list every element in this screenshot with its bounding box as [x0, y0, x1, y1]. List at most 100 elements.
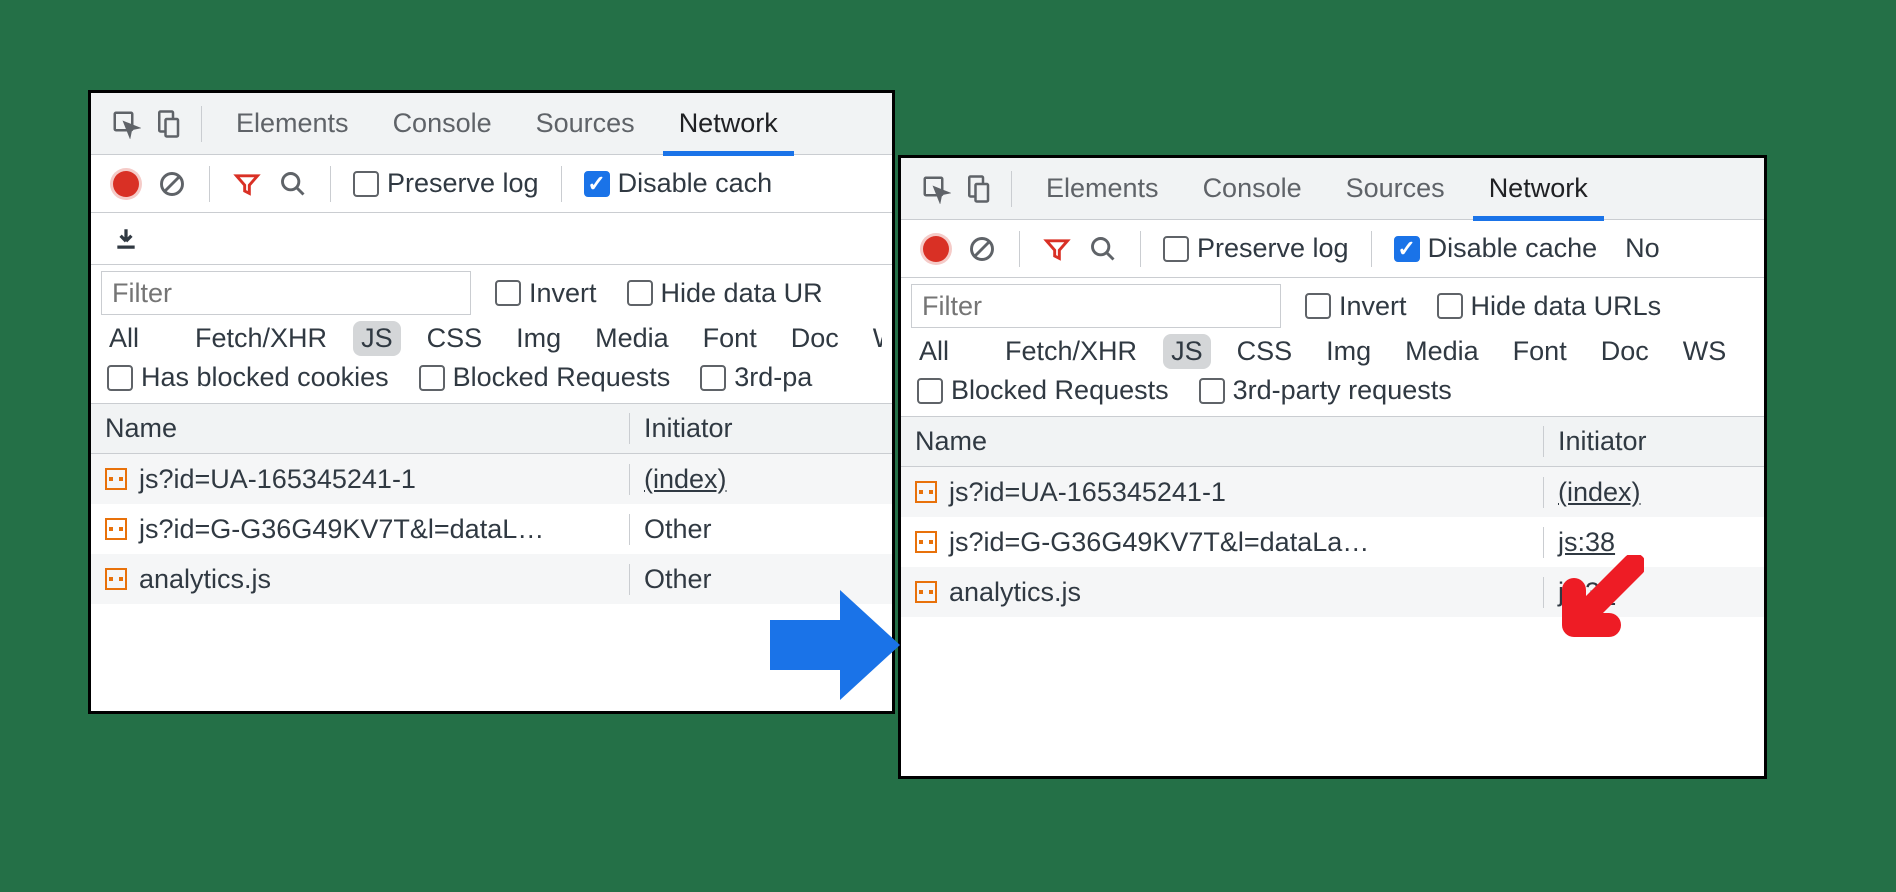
invert-label: Invert [529, 278, 597, 309]
col-name[interactable]: Name [901, 426, 1544, 457]
initiator-link[interactable]: (index) [1558, 477, 1641, 507]
table-row[interactable]: js?id=G-G36G49KV7T&l=dataL… Other [91, 504, 892, 554]
col-initiator[interactable]: Initiator [1544, 426, 1764, 457]
third-party-toggle[interactable]: 3rd-party requests [1193, 375, 1458, 406]
preserve-log-toggle[interactable]: Preserve log [347, 168, 545, 199]
type-font[interactable]: Font [695, 321, 765, 356]
table-row[interactable]: js?id=UA-165345241-1 (index) [901, 467, 1764, 517]
requests-table: Name Initiator js?id=UA-165345241-1 (ind… [91, 404, 892, 604]
blocked-requests-toggle[interactable]: Blocked Requests [413, 362, 677, 393]
divider [330, 166, 331, 202]
filter-bar: Invert Hide data URLs All Fetch/XHR JS C… [901, 278, 1764, 417]
main-tabbar: Elements Console Sources Network [901, 158, 1764, 220]
type-all[interactable]: All [911, 334, 957, 369]
initiator-text: Other [644, 564, 712, 594]
hide-data-urls-label: Hide data URLs [1471, 291, 1662, 322]
type-all[interactable]: All [101, 321, 147, 356]
initiator-link[interactable]: js:38 [1558, 527, 1615, 557]
record-button[interactable] [915, 236, 957, 262]
preserve-log-toggle[interactable]: Preserve log [1157, 233, 1355, 264]
type-wasm[interactable]: Wasm [1752, 334, 1754, 369]
tab-sources[interactable]: Sources [1324, 158, 1467, 220]
type-doc[interactable]: Doc [783, 321, 847, 356]
download-icon[interactable] [105, 226, 147, 252]
device-toggle-icon[interactable] [957, 174, 999, 204]
invert-label: Invert [1339, 291, 1407, 322]
divider [201, 106, 202, 142]
search-icon[interactable] [1082, 235, 1124, 263]
inspect-icon[interactable] [105, 109, 147, 139]
network-toolbar: Preserve log ✓Disable cach [91, 155, 892, 213]
tab-console[interactable]: Console [1181, 158, 1324, 220]
tab-network[interactable]: Network [657, 93, 800, 155]
type-doc[interactable]: Doc [1593, 334, 1657, 369]
divider [209, 166, 210, 202]
network-toolbar: Preserve log ✓Disable cache No [901, 220, 1764, 278]
tab-network[interactable]: Network [1467, 158, 1610, 220]
type-ws[interactable]: WS [865, 321, 882, 356]
has-blocked-cookies-toggle[interactable]: Has blocked cookies [101, 362, 395, 393]
divider [1019, 231, 1020, 267]
preserve-log-label: Preserve log [387, 168, 539, 199]
type-js[interactable]: JS [353, 321, 401, 356]
type-ws[interactable]: WS [1675, 334, 1735, 369]
disable-cache-toggle[interactable]: ✓Disable cache [1388, 233, 1604, 264]
col-initiator[interactable]: Initiator [630, 413, 892, 444]
filter-input[interactable] [101, 271, 471, 315]
initiator-text: Other [644, 514, 712, 544]
filter-funnel-icon[interactable] [226, 170, 268, 198]
filter-bar: Invert Hide data UR All Fetch/XHR JS CSS… [91, 265, 892, 404]
invert-toggle[interactable]: Invert [489, 278, 603, 309]
inspect-icon[interactable] [915, 174, 957, 204]
clear-icon[interactable] [151, 170, 193, 198]
type-font[interactable]: Font [1505, 334, 1575, 369]
tab-console[interactable]: Console [371, 93, 514, 155]
type-css[interactable]: CSS [1229, 334, 1301, 369]
disable-cache-label: Disable cach [618, 168, 773, 199]
no-throttling-cut[interactable]: No [1607, 233, 1666, 264]
type-fetch[interactable]: Fetch/XHR [187, 321, 335, 356]
type-media[interactable]: Media [587, 321, 677, 356]
js-file-icon [915, 531, 937, 553]
device-toggle-icon[interactable] [147, 109, 189, 139]
divider [1140, 231, 1141, 267]
type-fetch[interactable]: Fetch/XHR [997, 334, 1145, 369]
initiator-link[interactable]: (index) [644, 464, 727, 494]
type-css[interactable]: CSS [419, 321, 491, 356]
filter-funnel-icon[interactable] [1036, 235, 1078, 263]
devtools-panel-after: Elements Console Sources Network Preserv… [898, 155, 1767, 779]
col-name[interactable]: Name [91, 413, 630, 444]
invert-toggle[interactable]: Invert [1299, 291, 1413, 322]
type-media[interactable]: Media [1397, 334, 1487, 369]
hide-data-urls-toggle[interactable]: Hide data UR [621, 278, 829, 309]
filter-input[interactable] [911, 284, 1281, 328]
hide-data-urls-label: Hide data UR [661, 278, 823, 309]
record-button[interactable] [105, 171, 147, 197]
blocked-requests-toggle[interactable]: Blocked Requests [911, 375, 1175, 406]
divider [1011, 171, 1012, 207]
table-header: Name Initiator [91, 404, 892, 454]
tab-elements[interactable]: Elements [214, 93, 371, 155]
tab-elements[interactable]: Elements [1024, 158, 1181, 220]
divider [1371, 231, 1372, 267]
js-file-icon [105, 518, 127, 540]
js-file-icon [915, 581, 937, 603]
hide-data-urls-toggle[interactable]: Hide data URLs [1431, 291, 1668, 322]
disable-cache-toggle[interactable]: ✓Disable cach [578, 168, 779, 199]
js-file-icon [915, 481, 937, 503]
type-img[interactable]: Img [1318, 334, 1379, 369]
search-icon[interactable] [272, 170, 314, 198]
table-header: Name Initiator [901, 417, 1764, 467]
tab-sources[interactable]: Sources [514, 93, 657, 155]
type-img[interactable]: Img [508, 321, 569, 356]
third-party-toggle[interactable]: 3rd-pa [694, 362, 818, 393]
clear-icon[interactable] [961, 235, 1003, 263]
table-row[interactable]: js?id=UA-165345241-1 (index) [91, 454, 892, 504]
type-js[interactable]: JS [1163, 334, 1211, 369]
red-arrow-icon [1554, 555, 1644, 645]
disable-cache-label: Disable cache [1428, 233, 1598, 264]
main-tabbar: Elements Console Sources Network [91, 93, 892, 155]
preserve-log-label: Preserve log [1197, 233, 1349, 264]
download-bar [91, 213, 892, 265]
js-file-icon [105, 568, 127, 590]
